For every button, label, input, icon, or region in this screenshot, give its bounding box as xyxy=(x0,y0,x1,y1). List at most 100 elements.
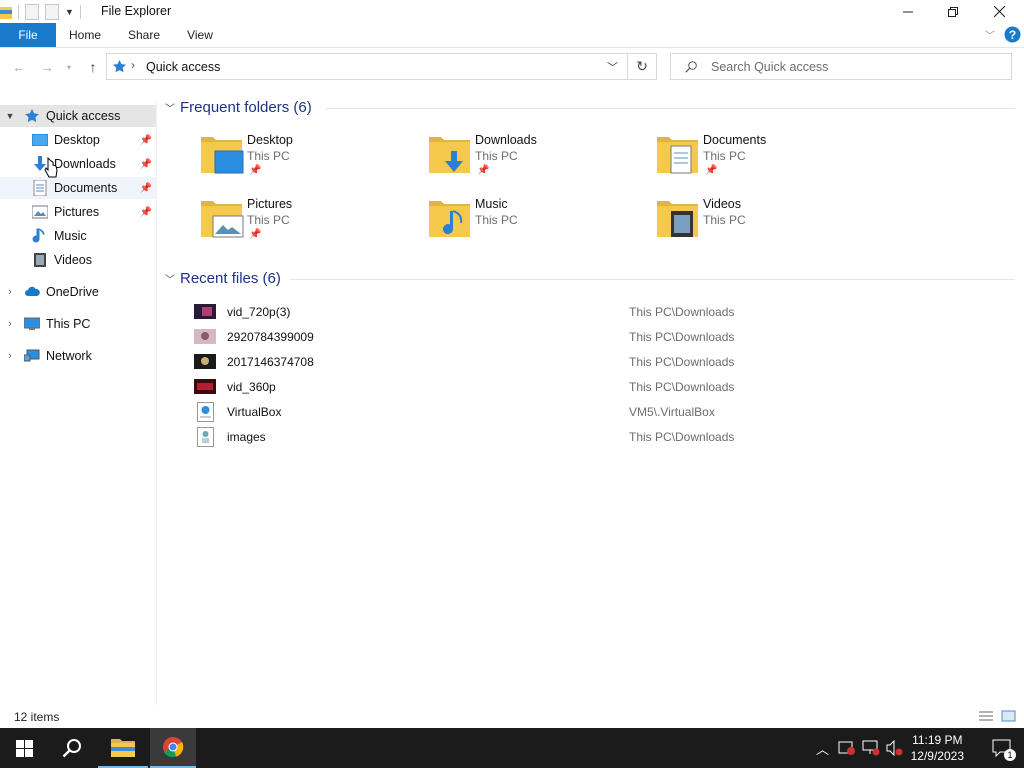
collapsed-chevron-icon[interactable]: › xyxy=(0,350,20,362)
pin-icon[interactable]: 📌 xyxy=(140,159,152,170)
tab-view[interactable]: View xyxy=(178,23,222,47)
address-dropdown-icon[interactable]: ﹀ xyxy=(607,59,618,75)
recent-file-row[interactable]: 2920784399009 This PC\Downloads xyxy=(192,326,1012,351)
folder-tile-pictures[interactable]: Pictures This PC 📌 xyxy=(201,197,421,253)
expanded-chevron-icon[interactable]: ▼ xyxy=(0,111,20,121)
pin-icon[interactable]: 📌 xyxy=(140,135,152,146)
minimize-button[interactable] xyxy=(885,0,931,23)
file-name: images xyxy=(227,430,266,444)
tab-file[interactable]: File xyxy=(0,23,56,47)
folder-tile-desktop[interactable]: Desktop This PC 📌 xyxy=(201,133,421,189)
navigation-pane: ▼ Quick access Desktop 📌 Downloads 📌 Docum… xyxy=(0,100,156,700)
back-arrow-icon: ← xyxy=(12,59,26,75)
downloads-folder-icon xyxy=(429,137,470,173)
system-clock[interactable]: 11:19 PM 12/9/2023 xyxy=(911,732,964,764)
nav-item-documents[interactable]: Documents 📌 xyxy=(0,177,156,199)
network-status-icon[interactable] xyxy=(862,740,880,756)
start-button[interactable] xyxy=(0,728,48,768)
clock-date: 12/9/2023 xyxy=(910,749,964,763)
tab-home[interactable]: Home xyxy=(63,23,107,47)
up-button[interactable]: ↑ xyxy=(83,57,103,77)
nav-item-desktop[interactable]: Desktop 📌 xyxy=(0,129,156,151)
expand-ribbon-chevron-icon[interactable]: ﹀ xyxy=(985,27,995,42)
recent-files-header[interactable]: ﹀ Recent files (6) xyxy=(165,270,281,287)
customize-toolbar-chevron-icon[interactable]: ▼ xyxy=(65,7,74,17)
folder-name: Documents xyxy=(703,133,767,147)
search-taskbar-button[interactable] xyxy=(48,728,96,768)
folder-tile-music[interactable]: Music This PC xyxy=(429,197,649,253)
up-arrow-icon: ↑ xyxy=(89,59,97,75)
collapsed-chevron-icon[interactable]: › xyxy=(0,286,20,298)
svg-text:?: ? xyxy=(1009,28,1016,42)
pin-icon: 📌 xyxy=(477,165,490,176)
nav-item-music[interactable]: Music xyxy=(0,225,156,247)
file-name: VirtualBox xyxy=(227,405,282,419)
pin-icon[interactable]: 📌 xyxy=(140,183,152,194)
nav-label: Videos xyxy=(54,253,92,267)
close-button[interactable] xyxy=(976,0,1022,23)
pin-icon: 📌 xyxy=(705,165,718,176)
windows-logo-icon xyxy=(15,739,33,757)
volume-muted-icon[interactable] xyxy=(886,740,904,756)
help-icon[interactable]: ? xyxy=(1004,26,1021,43)
properties-icon[interactable] xyxy=(25,4,39,20)
folder-name: Pictures xyxy=(247,197,293,211)
large-icons-view-icon[interactable] xyxy=(1001,710,1016,722)
nav-item-downloads[interactable]: Downloads 📌 xyxy=(0,153,156,175)
folder-tile-downloads[interactable]: Downloads This PC 📌 xyxy=(429,133,649,189)
image-thumbnail-icon xyxy=(194,354,216,369)
section-chevron-icon: ﹀ xyxy=(165,104,175,115)
folder-location: This PC xyxy=(475,213,518,227)
folder-location: This PC xyxy=(475,149,518,163)
pane-divider[interactable] xyxy=(156,100,157,705)
nav-item-this-pc[interactable]: › This PC xyxy=(0,313,156,335)
nav-item-videos[interactable]: Videos xyxy=(0,249,156,271)
file-location: VM5\.VirtualBox xyxy=(629,405,715,419)
address-bar[interactable]: › Quick access ﹀ xyxy=(106,53,628,80)
show-hidden-icons-chevron-icon[interactable]: ︿ xyxy=(816,739,829,758)
back-button[interactable]: ← xyxy=(9,57,29,77)
taskbar-chrome[interactable] xyxy=(150,728,196,768)
nav-label: This PC xyxy=(46,317,91,331)
nav-item-quick-access[interactable]: ▼ Quick access xyxy=(0,105,156,127)
video-thumbnail-icon xyxy=(194,304,216,319)
new-folder-icon[interactable] xyxy=(45,4,59,20)
nav-item-onedrive[interactable]: › OneDrive xyxy=(0,281,156,303)
recent-file-row[interactable]: images This PC\Downloads xyxy=(192,426,1012,451)
notification-count-badge: 1 xyxy=(1004,749,1016,761)
refresh-button[interactable]: ↻ xyxy=(628,53,657,80)
recent-file-row[interactable]: vid_720p(3) This PC\Downloads xyxy=(192,301,1012,326)
search-placeholder[interactable]: Search Quick access xyxy=(711,60,828,74)
nav-label: Pictures xyxy=(54,205,100,219)
nav-label: Network xyxy=(46,349,92,363)
chevron-down-icon: ▾ xyxy=(66,62,71,72)
recent-locations-button[interactable]: ▾ xyxy=(63,57,75,77)
frequent-folders-header[interactable]: ﹀ Frequent folders (6) xyxy=(165,99,312,116)
search-box[interactable]: Search Quick access xyxy=(670,53,1012,80)
nav-item-network[interactable]: › Network xyxy=(0,345,156,367)
recent-file-row[interactable]: VirtualBox VM5\.VirtualBox xyxy=(192,401,1012,426)
restore-button[interactable] xyxy=(930,0,976,23)
folder-location: This PC xyxy=(247,149,290,163)
forward-button[interactable]: → xyxy=(37,57,57,77)
quick-access-toolbar: ▼ xyxy=(0,3,81,21)
taskbar-file-explorer[interactable] xyxy=(98,728,148,768)
collapsed-chevron-icon[interactable]: › xyxy=(0,318,20,330)
tab-share[interactable]: Share xyxy=(122,23,166,47)
image-thumbnail-icon xyxy=(194,329,216,344)
folder-name: Music xyxy=(475,197,508,211)
file-name: vid_720p(3) xyxy=(227,305,291,319)
details-view-icon[interactable] xyxy=(978,710,994,722)
nav-item-pictures[interactable]: Pictures 📌 xyxy=(0,201,156,223)
pin-icon[interactable]: 📌 xyxy=(140,207,152,218)
recent-file-row[interactable]: vid_360p This PC\Downloads xyxy=(192,376,1012,401)
address-path[interactable]: Quick access xyxy=(146,60,220,74)
action-center-button[interactable]: 1 xyxy=(980,728,1024,768)
window-title: File Explorer xyxy=(101,4,172,18)
close-icon xyxy=(993,6,1005,17)
recent-file-row[interactable]: 2017146374708 This PC\Downloads xyxy=(192,351,1012,376)
security-alert-icon[interactable] xyxy=(838,740,856,756)
folder-tile-videos[interactable]: Videos This PC xyxy=(657,197,877,253)
folder-tile-documents[interactable]: Documents This PC 📌 xyxy=(657,133,877,189)
file-name: 2920784399009 xyxy=(227,330,314,344)
